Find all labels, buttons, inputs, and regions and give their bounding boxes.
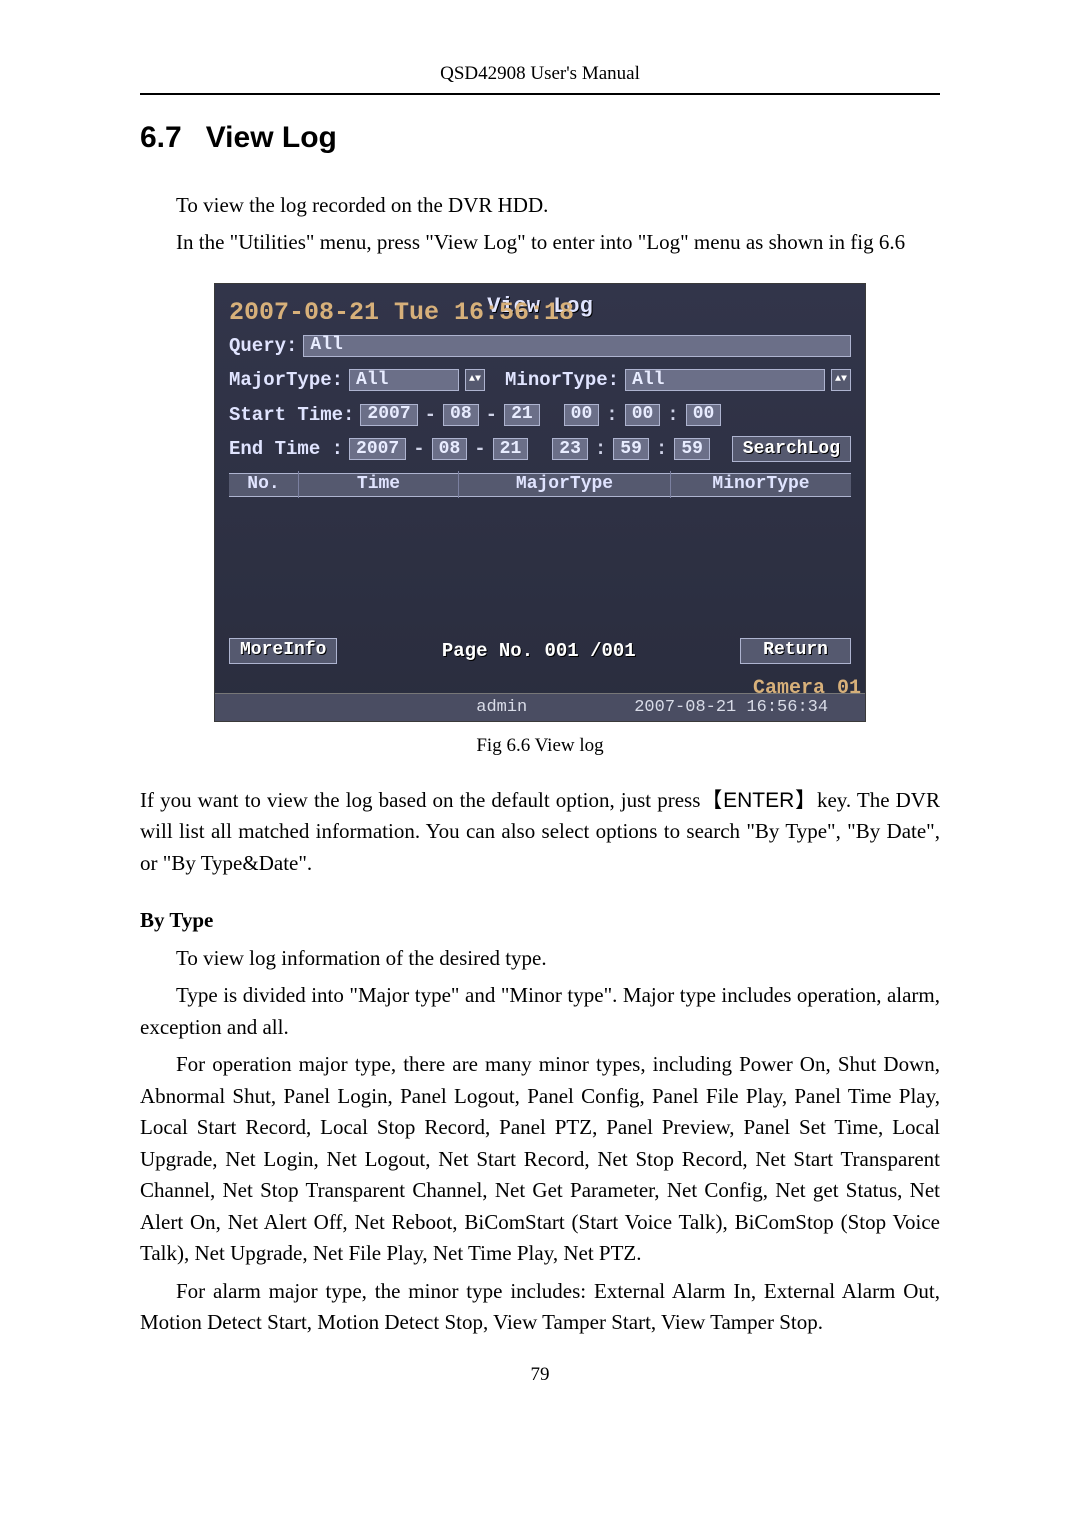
section-heading: 6.7 View Log (140, 115, 940, 160)
osd-camera-overlay: Camera 01 (753, 674, 861, 704)
bytype-p1: To view log information of the desired t… (176, 943, 940, 975)
log-table-body (229, 497, 851, 627)
majortype-select[interactable]: All (349, 369, 459, 391)
end-sec[interactable]: 59 (674, 438, 710, 460)
page-number: 79 (140, 1361, 940, 1390)
searchlog-button[interactable]: SearchLog (732, 436, 851, 462)
start-hour[interactable]: 00 (564, 404, 600, 426)
moreinfo-button[interactable]: MoreInfo (229, 638, 337, 664)
start-day[interactable]: 21 (504, 404, 540, 426)
bytype-heading: By Type (140, 905, 940, 937)
endtime-label: End Time : (229, 435, 343, 464)
return-button[interactable]: Return (740, 638, 851, 664)
bytype-p3: For operation major type, there are many… (140, 1049, 940, 1270)
page-header: QSD42908 User's Manual (140, 60, 940, 95)
status-bar: Camera 01 admin 2007-08-21 16:56:34 (215, 693, 865, 721)
intro-line-1: To view the log recorded on the DVR HDD. (176, 190, 940, 222)
starttime-label: Start Time: (229, 401, 354, 430)
start-sec[interactable]: 00 (686, 404, 722, 426)
osd-datetime-overlay: 2007-08-21 Tue 16:56:18 (229, 294, 574, 332)
start-month[interactable]: 08 (443, 404, 479, 426)
start-year[interactable]: 2007 (360, 404, 417, 426)
th-minortype: MinorType (671, 471, 851, 498)
paragraph-default-option: If you want to view the log based on the… (140, 785, 940, 880)
query-select[interactable]: All (303, 335, 851, 357)
majortype-label: MajorType: (229, 366, 343, 395)
bytype-p2: Type is divided into "Major type" and "M… (140, 980, 940, 1043)
figure-caption: Fig 6.6 View log (140, 732, 940, 761)
end-day[interactable]: 21 (493, 438, 529, 460)
bytype-p4: For alarm major type, the minor type inc… (140, 1276, 940, 1339)
th-time: Time (299, 471, 459, 498)
minortype-spinner-icon[interactable]: ▲▼ (831, 369, 851, 391)
minortype-label: MinorType: (505, 366, 619, 395)
minortype-select[interactable]: All (625, 369, 825, 391)
end-min[interactable]: 59 (613, 438, 649, 460)
section-number: 6.7 (140, 121, 182, 154)
section-title-text: View Log (206, 121, 337, 154)
page-indicator: Page No. 001 /001 (442, 637, 636, 666)
enter-key: 【ENTER】 (700, 789, 817, 812)
th-no: No. (229, 471, 299, 498)
majortype-spinner-icon[interactable]: ▲▼ (465, 369, 485, 391)
status-user: admin (406, 695, 597, 721)
query-label: Query: (229, 332, 297, 361)
end-year[interactable]: 2007 (349, 438, 406, 460)
th-majortype: MajorType (459, 471, 671, 498)
end-hour[interactable]: 23 (552, 438, 588, 460)
start-min[interactable]: 00 (625, 404, 661, 426)
figure-viewlog: 2007-08-21 Tue 16:56:18 View Log Query: … (214, 283, 866, 723)
end-month[interactable]: 08 (432, 438, 468, 460)
intro-line-2: In the "Utilities" menu, press "View Log… (176, 227, 940, 259)
log-table-header: No. Time MajorType MinorType (229, 473, 851, 497)
